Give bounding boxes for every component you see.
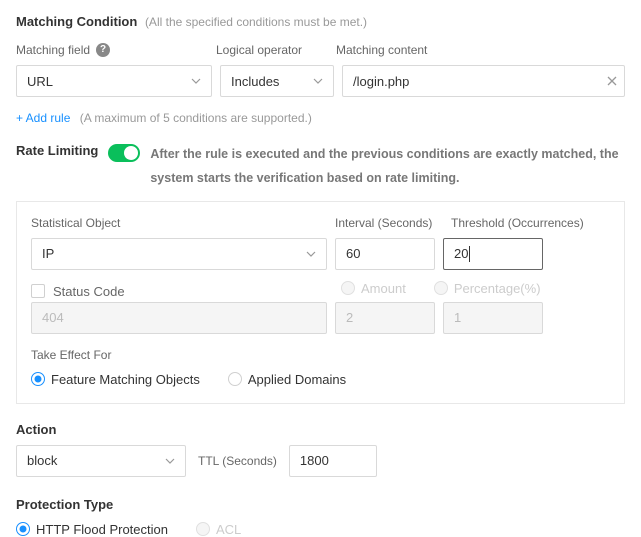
take-effect-feature-radio[interactable]: Feature Matching Objects (31, 372, 200, 387)
add-rule-limit: (A maximum of 5 conditions are supported… (80, 111, 312, 125)
matching-content-label: Matching content (336, 43, 625, 57)
status-code-value: 404 (42, 310, 64, 325)
percentage-input: 1 (443, 302, 543, 334)
matching-condition-hint: (All the specified conditions must be me… (145, 15, 367, 29)
protection-acl-label: ACL (216, 522, 241, 537)
status-code-label: Status Code (53, 284, 125, 299)
text-caret (469, 246, 470, 262)
chevron-down-icon (191, 76, 201, 86)
rate-limiting-toggle[interactable] (108, 144, 140, 162)
protection-flood-label: HTTP Flood Protection (36, 522, 168, 537)
protection-flood-radio[interactable]: HTTP Flood Protection (16, 522, 168, 537)
rate-limiting-description: After the rule is executed and the previ… (150, 143, 625, 191)
chevron-down-icon (165, 456, 175, 466)
logical-operator-select[interactable]: Includes (220, 65, 334, 97)
amount-radio: Amount (341, 281, 406, 296)
percentage-radio: Percentage(%) (434, 281, 541, 296)
ttl-input[interactable]: 1800 (289, 445, 377, 477)
take-effect-feature-label: Feature Matching Objects (51, 372, 200, 387)
action-title: Action (16, 422, 625, 437)
action-select[interactable]: block (16, 445, 186, 477)
protection-type-title: Protection Type (16, 497, 625, 512)
threshold-value: 20 (454, 246, 468, 261)
chevron-down-icon (306, 249, 316, 259)
logical-operator-label: Logical operator (216, 43, 336, 57)
action-value: block (27, 453, 57, 468)
rate-limiting-box: Statistical Object Interval (Seconds) Th… (16, 201, 625, 404)
matching-content-value: /login.php (353, 74, 409, 89)
matching-field-select[interactable]: URL (16, 65, 212, 97)
interval-value: 60 (346, 246, 360, 261)
amount-value: 2 (346, 310, 353, 325)
take-effect-domains-radio[interactable]: Applied Domains (228, 372, 346, 387)
matching-content-input[interactable]: /login.php (342, 65, 625, 97)
amount-input: 2 (335, 302, 435, 334)
interval-input[interactable]: 60 (335, 238, 435, 270)
matching-field-value: URL (27, 74, 53, 89)
interval-label: Interval (Seconds) (335, 216, 451, 230)
rate-limiting-title: Rate Limiting (16, 143, 98, 158)
add-rule-link[interactable]: + Add rule (16, 111, 70, 125)
threshold-input[interactable]: 20 (443, 238, 543, 270)
help-icon[interactable]: ? (96, 43, 110, 57)
clear-icon[interactable] (606, 75, 618, 87)
matching-condition-title: Matching Condition (All the specified co… (16, 14, 625, 29)
threshold-label: Threshold (Occurrences) (451, 216, 610, 230)
logical-operator-value: Includes (231, 74, 279, 89)
status-code-checkbox[interactable] (31, 284, 45, 298)
chevron-down-icon (313, 76, 323, 86)
take-effect-label: Take Effect For (31, 348, 610, 362)
percentage-label: Percentage(%) (454, 281, 541, 296)
ttl-label: TTL (Seconds) (198, 454, 277, 468)
status-code-input: 404 (31, 302, 327, 334)
take-effect-domains-label: Applied Domains (248, 372, 346, 387)
statistical-object-label: Statistical Object (31, 216, 335, 230)
statistical-object-select[interactable]: IP (31, 238, 327, 270)
matching-field-label: Matching field (16, 43, 90, 57)
percentage-value: 1 (454, 310, 461, 325)
statistical-object-value: IP (42, 246, 54, 261)
matching-columns-header: Matching field ? Logical operator Matchi… (16, 43, 625, 57)
matching-condition-label: Matching Condition (16, 14, 137, 29)
ttl-value: 1800 (300, 453, 329, 468)
protection-acl-radio: ACL (196, 522, 241, 537)
amount-label: Amount (361, 281, 406, 296)
